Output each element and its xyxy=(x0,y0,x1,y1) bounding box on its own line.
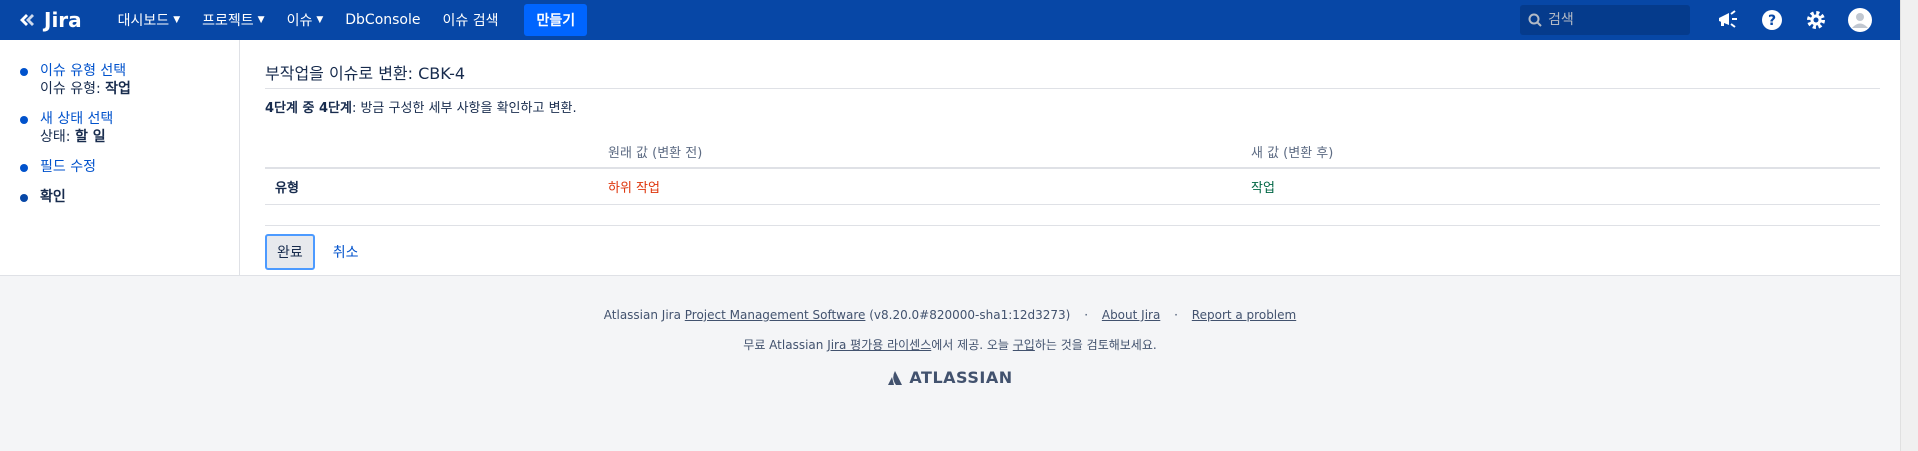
search-icon xyxy=(1528,13,1542,27)
main-nav: 대시보드 ▼ 프로젝트 ▼ 이슈 ▼ DbConsole 이슈 검색 만들기 xyxy=(110,0,588,40)
wizard-steps-sidebar: 이슈 유형 선택 이슈 유형: 작업 새 상태 선택 상태: 할 일 필드 수정… xyxy=(0,40,240,276)
finish-button[interactable]: 완료 xyxy=(265,234,315,270)
page-title: 부작업을 이슈로 변환: CBK-4 xyxy=(265,60,1880,89)
step-bullet xyxy=(20,116,28,124)
svg-text:?: ? xyxy=(1768,13,1776,29)
product-link[interactable]: Project Management Software xyxy=(685,308,866,322)
step-current: 확인 xyxy=(40,189,66,205)
footer-text: 에서 제공. 오늘 xyxy=(931,338,1013,352)
cancel-link[interactable]: 취소 xyxy=(333,242,359,262)
nav-label: 대시보드 xyxy=(117,13,170,29)
gear-icon xyxy=(1807,11,1825,29)
step-counter: 4단계 중 4단계 xyxy=(265,101,352,116)
step-summary-label: 상태: xyxy=(40,129,71,145)
atlassian-wordmark: ATLASSIAN xyxy=(909,368,1013,387)
help-icon: ? xyxy=(1762,10,1782,30)
search-box[interactable] xyxy=(1520,5,1690,35)
header-field xyxy=(265,136,598,169)
jira-logo-icon xyxy=(20,14,34,26)
header-original-value: 원래 값 (변환 전) xyxy=(598,136,1241,169)
footer-text: 무료 Atlassian xyxy=(743,338,828,352)
table-header-row: 원래 값 (변환 전) 새 값 (변환 후) xyxy=(265,136,1880,169)
chevron-down-icon: ▼ xyxy=(173,15,181,25)
nav-label: 이슈 xyxy=(286,13,313,29)
step-link[interactable]: 필드 수정 xyxy=(40,158,96,176)
jira-logo[interactable]: Jira xyxy=(18,8,82,32)
settings-button[interactable] xyxy=(1794,0,1838,40)
version-text: (v8.20.0#820000-sha1:12d3273) xyxy=(865,308,1071,322)
change-summary-table: 원래 값 (변환 전) 새 값 (변환 후) 유형 하위 작업 작업 xyxy=(265,136,1880,205)
atlassian-logo[interactable]: ATLASSIAN xyxy=(0,368,1900,387)
footer-text: 하는 것을 검토해보세요. xyxy=(1034,338,1157,352)
step-confirm: 확인 xyxy=(20,188,239,206)
footer-separator: · xyxy=(1084,308,1089,322)
create-button[interactable]: 만들기 xyxy=(524,4,588,36)
nav-label: 프로젝트 xyxy=(202,13,254,29)
form-actions: 완료 취소 xyxy=(265,225,1880,270)
header-tools: ? xyxy=(1520,0,1882,40)
table-row: 유형 하위 작업 작업 xyxy=(265,168,1880,205)
step-summary-value: 작업 xyxy=(105,81,131,97)
step-summary: 상태: 할 일 xyxy=(40,128,113,146)
step-summary: 이슈 유형: 작업 xyxy=(40,80,131,98)
footer-text: Atlassian Jira xyxy=(603,308,685,322)
step-bullet xyxy=(20,68,28,76)
step-select-issue-type: 이슈 유형 선택 이슈 유형: 작업 xyxy=(20,62,239,98)
nav-dbconsole[interactable]: DbConsole xyxy=(337,0,428,40)
footer-version-line: Atlassian Jira Project Management Softwa… xyxy=(0,300,1900,330)
confirm-content: 부작업을 이슈로 변환: CBK-4 4단계 중 4단계: 방금 구성한 세부 … xyxy=(265,60,1880,270)
chevron-down-icon: ▼ xyxy=(257,15,265,25)
step-link[interactable]: 이슈 유형 선택 xyxy=(40,62,131,80)
footer-license-line: 무료 Atlassian Jira 평가용 라이센스에서 제공. 오늘 구입하는… xyxy=(0,330,1900,360)
announcements-button[interactable] xyxy=(1706,0,1750,40)
original-value: 하위 작업 xyxy=(598,168,1241,205)
profile-button[interactable] xyxy=(1838,0,1882,40)
nav-projects[interactable]: 프로젝트 ▼ xyxy=(194,0,272,40)
help-button[interactable]: ? xyxy=(1750,0,1794,40)
logo-text: Jira xyxy=(44,8,82,32)
new-value: 작업 xyxy=(1241,168,1880,205)
main-panel: 이슈 유형 선택 이슈 유형: 작업 새 상태 선택 상태: 할 일 필드 수정… xyxy=(0,40,1900,276)
step-bullet xyxy=(20,164,28,172)
step-bullet xyxy=(20,194,28,202)
nav-dashboards[interactable]: 대시보드 ▼ xyxy=(110,0,188,40)
atlassian-logo-icon xyxy=(888,370,903,385)
footer-separator: · xyxy=(1174,308,1178,322)
nav-issue-search[interactable]: 이슈 검색 xyxy=(435,0,507,40)
megaphone-icon xyxy=(1719,10,1737,28)
top-navigation-bar: Jira 대시보드 ▼ 프로젝트 ▼ 이슈 ▼ DbConsole 이슈 검색 … xyxy=(0,0,1900,40)
page-footer: Atlassian Jira Project Management Softwa… xyxy=(0,300,1900,387)
chevron-down-icon: ▼ xyxy=(316,15,324,25)
buy-link[interactable]: 구입 xyxy=(1013,338,1035,352)
step-edit-fields: 필드 수정 xyxy=(20,158,239,176)
nav-label: DbConsole xyxy=(345,12,421,28)
page-scrollbar[interactable] xyxy=(1900,0,1918,451)
avatar-icon xyxy=(1848,8,1872,32)
field-name: 유형 xyxy=(265,168,598,205)
step-link[interactable]: 새 상태 선택 xyxy=(40,110,113,128)
evaluation-license-link[interactable]: Jira 평가용 라이센스 xyxy=(827,338,931,352)
step-summary-value: 할 일 xyxy=(74,129,106,145)
step-instruction: : 방금 구성한 세부 사항을 확인하고 변환. xyxy=(351,101,577,116)
about-jira-link[interactable]: About Jira xyxy=(1102,308,1160,322)
step-description: 4단계 중 4단계: 방금 구성한 세부 사항을 확인하고 변환. xyxy=(265,97,1880,116)
nav-issues[interactable]: 이슈 ▼ xyxy=(279,0,332,40)
step-select-status: 새 상태 선택 상태: 할 일 xyxy=(20,110,239,146)
step-summary-label: 이슈 유형: xyxy=(40,81,101,97)
search-input[interactable] xyxy=(1548,12,1678,28)
nav-label: 이슈 검색 xyxy=(442,13,499,29)
report-problem-link[interactable]: Report a problem xyxy=(1192,308,1296,322)
header-new-value: 새 값 (변환 후) xyxy=(1241,136,1880,169)
